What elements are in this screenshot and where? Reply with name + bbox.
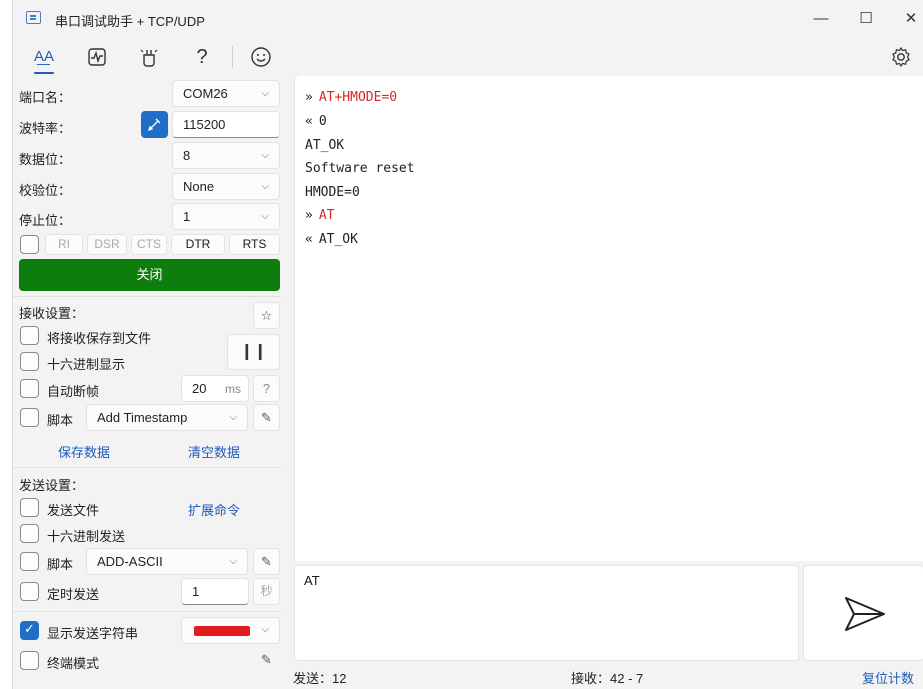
title-bar: 串口调试助手 + TCP/UDP — ☐ ✕ [13, 0, 923, 38]
chevron-down-icon: ⌵ [261, 211, 269, 222]
parity-select[interactable]: None ⌵ [172, 173, 280, 200]
chevron-down-icon: ⌵ [261, 150, 269, 161]
databits-select[interactable]: 8 ⌵ [172, 142, 280, 169]
hex-send-label: 十六进制发送 [47, 529, 126, 544]
pins-checkbox[interactable] [20, 235, 39, 254]
databits-label: 数据位： [19, 152, 72, 167]
maximize-button[interactable]: ☐ [854, 8, 878, 30]
log-line: » AT+HMODE=0 [305, 90, 398, 105]
chevron-down-icon: ⌵ [261, 624, 269, 635]
close-port-button[interactable]: 关闭 [19, 259, 280, 291]
port-label: 端口名： [19, 90, 72, 105]
save-to-file-label: 将接收保存到文件 [47, 331, 152, 346]
show-send-string-label: 显示发送字符串 [47, 626, 139, 641]
minimize-button[interactable]: — [809, 8, 833, 30]
baud-label: 波特率： [19, 121, 72, 136]
plugin-icon[interactable] [136, 44, 162, 70]
pin-ri: RI [45, 234, 83, 255]
extend-command-link[interactable]: 扩展命令 [188, 500, 240, 519]
stopbits-select[interactable]: 1 ⌵ [172, 203, 280, 230]
show-send-string-checkbox[interactable] [20, 621, 39, 640]
hex-send-checkbox[interactable] [20, 524, 39, 543]
timed-unit: 秒 [253, 578, 280, 605]
left-panel: 端口名： COM26 ⌵ 波特率： 115200 数据位： 8 ⌵ 校验位： Non… [13, 76, 294, 686]
receive-area[interactable]: » AT+HMODE=0 «0 AT_OK Software reset HMOD… [294, 76, 923, 561]
recv-script-select[interactable]: Add Timestamp ⌵ [86, 404, 248, 431]
font-icon[interactable]: A͟A [31, 44, 57, 74]
terminal-mode-checkbox[interactable] [20, 651, 39, 670]
pin-dsr: DSR [87, 234, 127, 255]
reset-count-link[interactable]: 复位计数 [862, 668, 914, 687]
send-file-label: 发送文件 [47, 503, 100, 518]
window-title: 串口调试助手 + TCP/UDP [55, 14, 205, 29]
send-color-picker[interactable]: ⌵ [181, 617, 280, 644]
send-button[interactable] [803, 565, 923, 661]
parity-label: 校验位： [19, 183, 72, 198]
timed-interval-input[interactable]: 1 [181, 578, 249, 605]
terminal-mode-label: 终端模式 [47, 656, 100, 671]
chevron-down-icon: ⌵ [229, 412, 237, 423]
divider [13, 611, 281, 612]
app-icon [26, 11, 41, 24]
send-input[interactable]: AT [294, 565, 799, 661]
clear-data-link[interactable]: 清空数据 [188, 442, 240, 461]
toolbar: A͟A ? [13, 38, 923, 76]
auto-frame-label: 自动断帧 [47, 384, 100, 399]
send-script-label: 脚本 [47, 557, 74, 572]
send-settings-title: 发送设置： [19, 478, 85, 493]
divider [13, 296, 281, 297]
background-window-edge [0, 60, 12, 680]
chevron-down-icon: ⌵ [261, 181, 269, 192]
log-line: «0 [305, 114, 327, 129]
waveform-icon[interactable] [84, 44, 110, 70]
help-icon[interactable]: ? [189, 44, 215, 70]
baud-input[interactable]: 115200 [172, 111, 280, 138]
close-window-button[interactable]: ✕ [899, 8, 923, 30]
send-script-checkbox[interactable] [20, 552, 39, 571]
hex-display-checkbox[interactable] [20, 352, 39, 371]
toolbar-separator [232, 46, 233, 68]
recv-script-label: 脚本 [47, 413, 74, 428]
port-select[interactable]: COM26 ⌵ [172, 80, 280, 107]
receive-settings-title: 接收设置： [19, 306, 85, 321]
timed-send-checkbox[interactable] [20, 582, 39, 601]
frame-unit: ms [225, 382, 241, 396]
received-count: 接收：42 - 7 [571, 671, 644, 686]
send-script-select[interactable]: ADD-ASCII ⌵ [86, 548, 248, 575]
send-icon [845, 597, 885, 631]
save-to-file-checkbox[interactable] [20, 326, 39, 345]
stopbits-label: 停止位： [19, 213, 72, 228]
edit-pen-icon[interactable]: ✎ [253, 548, 280, 575]
chevron-down-icon: ⌵ [229, 556, 237, 567]
pin-rts-button[interactable]: RTS [229, 234, 280, 255]
edit-baud-button[interactable] [141, 111, 168, 138]
recv-script-checkbox[interactable] [20, 408, 39, 427]
log-line: «AT_OK [305, 232, 358, 247]
pause-icon[interactable]: ❙❙ [227, 334, 280, 370]
send-file-checkbox[interactable] [20, 498, 39, 517]
star-icon[interactable]: ☆ [253, 302, 280, 329]
edit-pen-icon[interactable]: ✎ [253, 404, 280, 431]
save-data-link[interactable]: 保存数据 [58, 442, 110, 461]
auto-frame-checkbox[interactable] [20, 379, 39, 398]
edit-pen-icon[interactable]: ✎ [253, 647, 280, 674]
settings-icon[interactable] [888, 44, 914, 70]
log-line: AT_OK [305, 138, 345, 153]
help-button[interactable]: ? [253, 375, 280, 402]
timed-send-label: 定时发送 [47, 587, 100, 602]
sent-count: 发送：12 [293, 671, 347, 686]
log-line: Software reset [305, 161, 415, 176]
hex-display-label: 十六进制显示 [47, 357, 126, 372]
pin-dtr-button[interactable]: DTR [171, 234, 225, 255]
color-swatch [194, 626, 250, 636]
pin-cts: CTS [131, 234, 167, 255]
log-line: HMODE=0 [305, 185, 360, 200]
smile-icon[interactable] [248, 44, 274, 70]
divider [13, 467, 281, 468]
log-line: » AT [305, 208, 335, 223]
app-window: 串口调试助手 + TCP/UDP — ☐ ✕ A͟A ? 端口名： COM26 ⌵… [12, 0, 923, 689]
chevron-down-icon: ⌵ [261, 88, 269, 99]
